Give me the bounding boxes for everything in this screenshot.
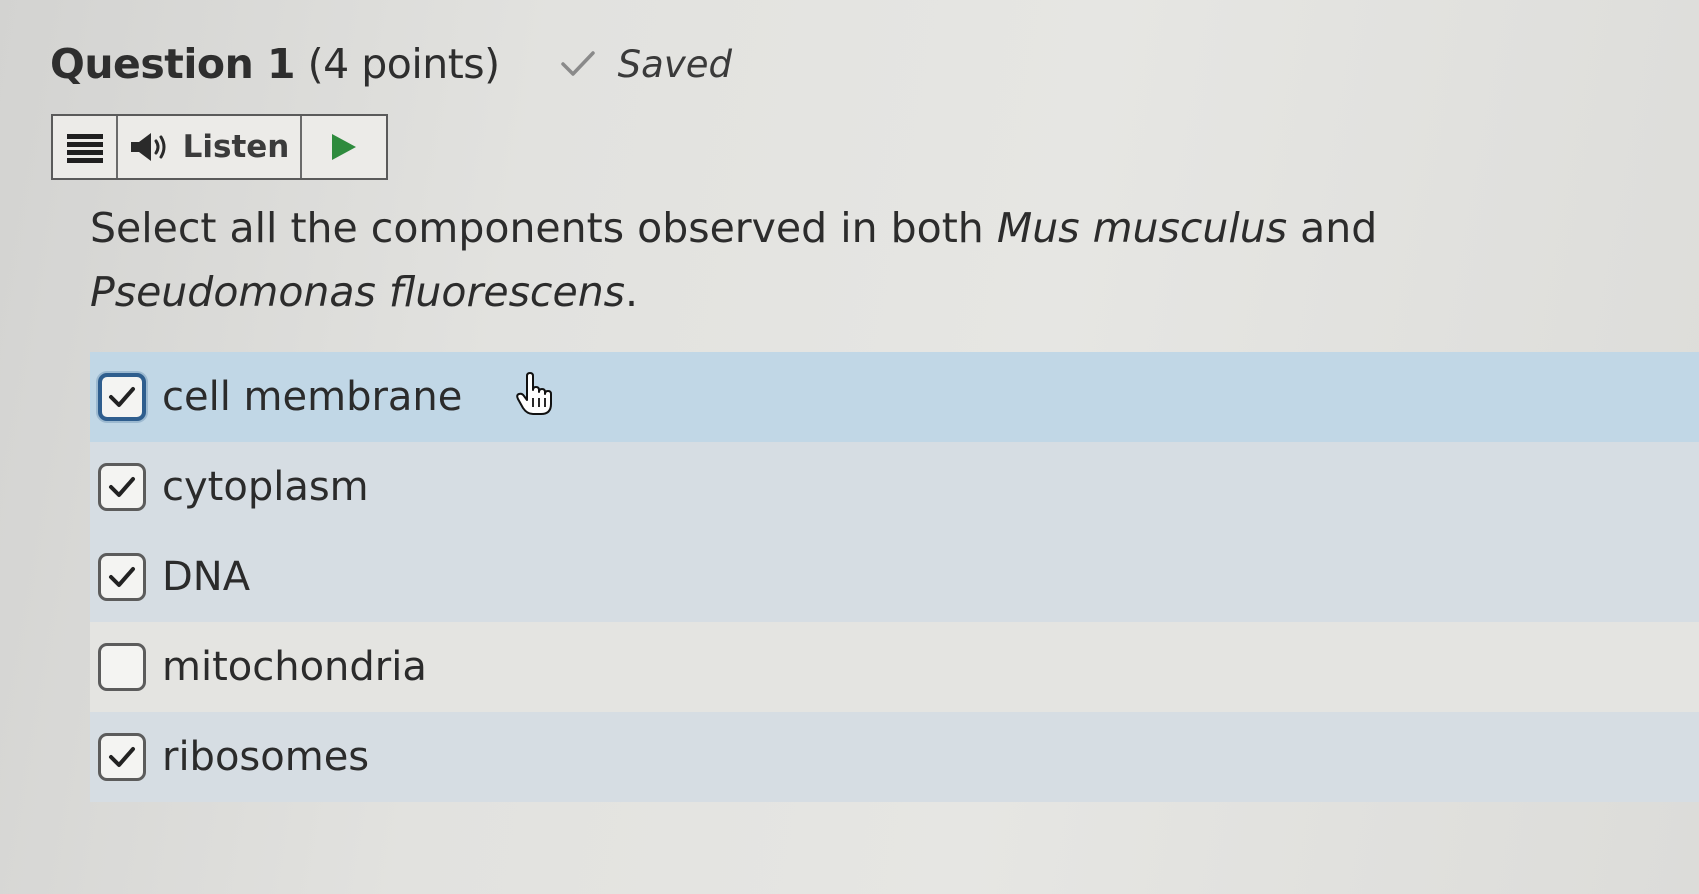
checkmark-icon: [560, 51, 595, 76]
check-icon: [109, 747, 135, 767]
option-cytoplasm[interactable]: cytoplasm: [90, 442, 1699, 532]
species-mus-musculus: Mus musculus: [996, 204, 1288, 252]
listen-button[interactable]: Listen: [118, 116, 302, 178]
option-mitochondria[interactable]: mitochondria: [90, 622, 1699, 712]
option-dna[interactable]: DNA: [90, 532, 1699, 622]
listen-label: Listen: [182, 129, 290, 165]
species-pseudomonas-fluorescens: Pseudomonas fluorescens: [90, 268, 626, 316]
speaker-icon: [130, 133, 166, 161]
option-label: mitochondria: [162, 644, 427, 690]
hand-pointer-cursor-icon: [516, 372, 552, 415]
play-icon: [332, 134, 356, 160]
answer-options: cell membrane cytoplasm DNA mitochondria…: [90, 352, 1699, 802]
question-title: Question 1 (4 points): [50, 40, 500, 88]
check-icon: [109, 477, 135, 497]
check-icon: [109, 567, 135, 587]
quiz-page: Question 1 (4 points) Saved Listen Selec…: [0, 0, 1699, 894]
prompt-text-start: Select all the components observed in bo…: [90, 204, 997, 252]
option-ribosomes[interactable]: ribosomes: [90, 712, 1699, 802]
checkbox-dna[interactable]: [98, 553, 146, 601]
question-prompt: Select all the components observed in bo…: [90, 196, 1650, 324]
check-icon: [109, 387, 135, 407]
checkbox-ribosomes[interactable]: [98, 733, 146, 781]
option-label: ribosomes: [162, 734, 370, 780]
question-header: Question 1 (4 points) Saved: [50, 40, 732, 88]
prompt-text-and: and: [1287, 204, 1378, 252]
question-points: (4 points): [307, 40, 501, 88]
toolbar-menu-button[interactable]: [53, 116, 118, 178]
option-label: cytoplasm: [162, 464, 369, 510]
prompt-text-end: .: [625, 268, 639, 316]
readspeaker-toolbar: Listen: [51, 114, 388, 180]
play-button[interactable]: [302, 116, 386, 178]
question-number: Question 1: [50, 40, 296, 88]
saved-label: Saved: [617, 42, 732, 86]
option-label: cell membrane: [162, 374, 463, 420]
option-cell-membrane[interactable]: cell membrane: [90, 352, 1699, 442]
checkbox-cell-membrane[interactable]: [98, 373, 146, 421]
save-status: Saved: [560, 43, 732, 86]
option-label: DNA: [162, 554, 251, 600]
checkbox-mitochondria[interactable]: [98, 643, 146, 691]
menu-icon: [66, 134, 103, 163]
checkbox-cytoplasm[interactable]: [98, 463, 146, 511]
